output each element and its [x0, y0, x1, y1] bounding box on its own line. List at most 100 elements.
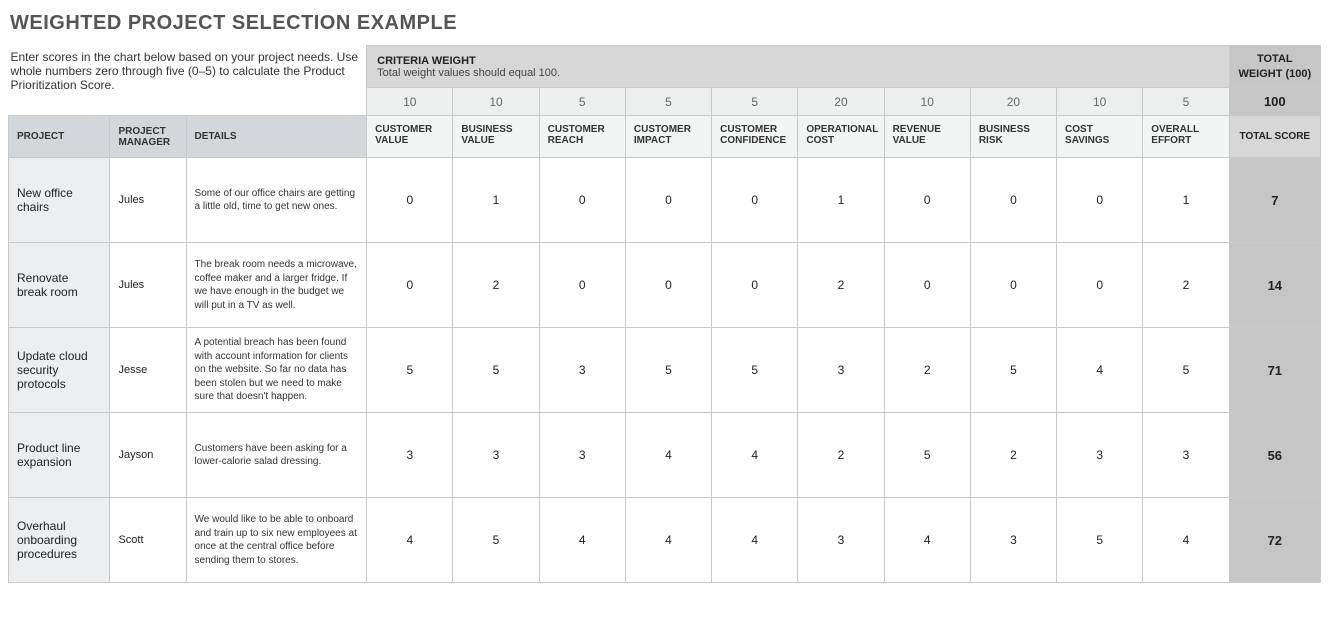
score-cell: 2: [798, 243, 884, 328]
score-cell: 0: [367, 243, 453, 328]
project-manager: Jules: [110, 158, 186, 243]
score-cell: 2: [884, 328, 970, 413]
score-cell: 1: [1143, 158, 1229, 243]
score-cell: 3: [970, 498, 1056, 583]
score-cell: 4: [1057, 328, 1143, 413]
score-cell: 0: [367, 158, 453, 243]
score-cell: 3: [1057, 413, 1143, 498]
row-total: 14: [1229, 243, 1320, 328]
weight-cell: 10: [367, 88, 453, 116]
header-criterion: REVENUE VALUE: [884, 116, 970, 158]
score-cell: 3: [798, 328, 884, 413]
header-criterion: CUSTOMER VALUE: [367, 116, 453, 158]
score-cell: 2: [1143, 243, 1229, 328]
score-cell: 0: [625, 158, 711, 243]
score-cell: 3: [1143, 413, 1229, 498]
score-cell: 4: [1143, 498, 1229, 583]
project-name: Overhaul onboarding procedures: [9, 498, 110, 583]
score-cell: 5: [453, 498, 539, 583]
header-details: DETAILS: [186, 116, 367, 158]
header-criterion: OVERALL EFFORT: [1143, 116, 1229, 158]
header-manager: PROJECT MANAGER: [110, 116, 186, 158]
score-cell: 1: [453, 158, 539, 243]
table-row: Update cloud security protocols Jesse A …: [9, 328, 1321, 413]
project-name: Renovate break room: [9, 243, 110, 328]
score-cell: 0: [539, 243, 625, 328]
instructions-text: Enter scores in the chart below based on…: [9, 46, 367, 116]
score-cell: 4: [367, 498, 453, 583]
weight-cell: 5: [539, 88, 625, 116]
table-row: Product line expansion Jayson Customers …: [9, 413, 1321, 498]
project-name: Product line expansion: [9, 413, 110, 498]
score-cell: 4: [625, 413, 711, 498]
selection-matrix: Enter scores in the chart below based on…: [8, 45, 1321, 583]
project-details: We would like to be able to onboard and …: [186, 498, 367, 583]
header-criterion: CUSTOMER CONFIDENCE: [712, 116, 798, 158]
weight-cell: 5: [625, 88, 711, 116]
score-cell: 5: [884, 413, 970, 498]
column-headers-row: PROJECT PROJECT MANAGER DETAILS CUSTOMER…: [9, 116, 1321, 158]
score-cell: 4: [712, 413, 798, 498]
weight-cell: 10: [884, 88, 970, 116]
project-manager: Jesse: [110, 328, 186, 413]
score-cell: 5: [970, 328, 1056, 413]
score-cell: 2: [970, 413, 1056, 498]
row-total: 72: [1229, 498, 1320, 583]
score-cell: 0: [625, 243, 711, 328]
score-cell: 2: [798, 413, 884, 498]
header-total-score: TOTAL SCORE: [1229, 116, 1320, 158]
score-cell: 1: [798, 158, 884, 243]
table-row: Renovate break room Jules The break room…: [9, 243, 1321, 328]
score-cell: 0: [1057, 243, 1143, 328]
score-cell: 5: [1057, 498, 1143, 583]
project-details: Some of our office chairs are getting a …: [186, 158, 367, 243]
score-cell: 3: [367, 413, 453, 498]
header-criterion: CUSTOMER REACH: [539, 116, 625, 158]
weight-cell: 5: [712, 88, 798, 116]
project-manager: Jayson: [110, 413, 186, 498]
score-cell: 3: [539, 413, 625, 498]
weight-cell: 10: [1057, 88, 1143, 116]
score-cell: 0: [539, 158, 625, 243]
score-cell: 4: [712, 498, 798, 583]
weight-cell: 10: [453, 88, 539, 116]
score-cell: 5: [367, 328, 453, 413]
project-name: Update cloud security protocols: [9, 328, 110, 413]
row-total: 56: [1229, 413, 1320, 498]
score-cell: 3: [453, 413, 539, 498]
score-cell: 3: [539, 328, 625, 413]
project-details: Customers have been asking for a lower-c…: [186, 413, 367, 498]
project-manager: Jules: [110, 243, 186, 328]
project-name: New office chairs: [9, 158, 110, 243]
header-project: PROJECT: [9, 116, 110, 158]
header-criterion: BUSINESS VALUE: [453, 116, 539, 158]
score-cell: 2: [453, 243, 539, 328]
score-cell: 4: [884, 498, 970, 583]
score-cell: 5: [712, 328, 798, 413]
weight-cell: 20: [798, 88, 884, 116]
score-cell: 0: [712, 243, 798, 328]
weight-cell: 5: [1143, 88, 1229, 116]
criteria-weight-band: CRITERIA WEIGHT Total weight values shou…: [367, 46, 1229, 88]
weight-sum: 100: [1229, 88, 1320, 116]
score-cell: 5: [453, 328, 539, 413]
header-criterion: COST SAVINGS: [1057, 116, 1143, 158]
row-total: 71: [1229, 328, 1320, 413]
table-row: New office chairs Jules Some of our offi…: [9, 158, 1321, 243]
score-cell: 0: [970, 158, 1056, 243]
total-weight-label: TOTAL WEIGHT (100): [1229, 46, 1320, 88]
score-cell: 0: [1057, 158, 1143, 243]
score-cell: 0: [884, 158, 970, 243]
criteria-weight-subtext: Total weight values should equal 100.: [377, 67, 1218, 79]
project-details: The break room needs a microwave, coffee…: [186, 243, 367, 328]
score-cell: 4: [625, 498, 711, 583]
header-criterion: CUSTOMER IMPACT: [625, 116, 711, 158]
score-cell: 0: [884, 243, 970, 328]
header-criterion: OPERATIONAL COST: [798, 116, 884, 158]
header-criterion: BUSINESS RISK: [970, 116, 1056, 158]
project-manager: Scott: [110, 498, 186, 583]
score-cell: 0: [970, 243, 1056, 328]
row-total: 7: [1229, 158, 1320, 243]
score-cell: 5: [1143, 328, 1229, 413]
weight-cell: 20: [970, 88, 1056, 116]
